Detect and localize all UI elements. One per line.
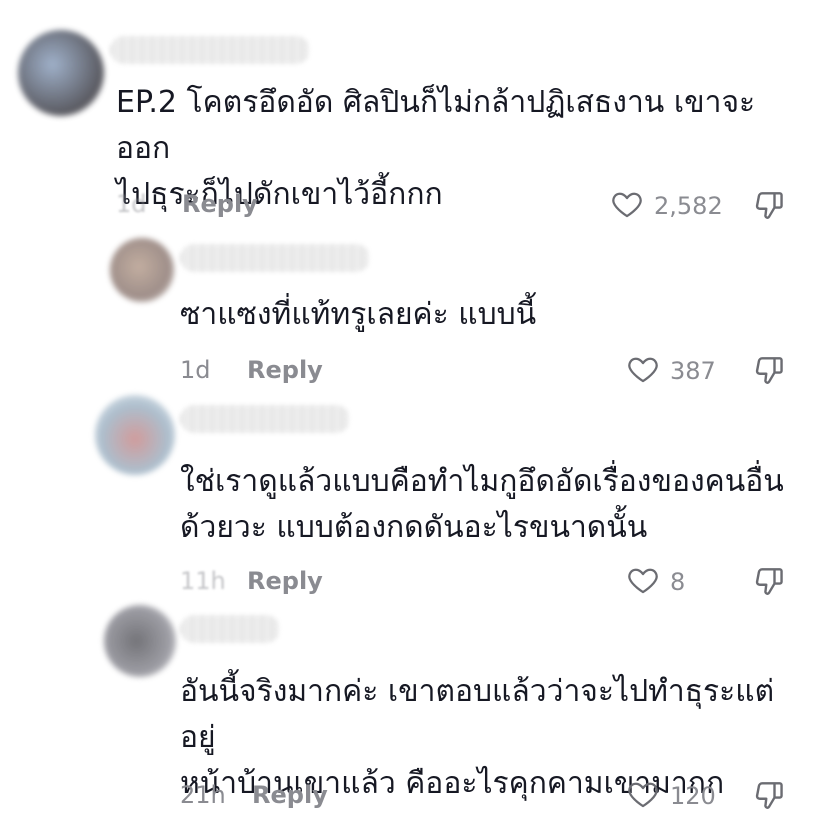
dislike-button[interactable] <box>752 187 788 223</box>
thumbs-down-outline-icon <box>755 192 783 219</box>
username-blurred[interactable] <box>180 244 370 272</box>
username-blurred[interactable] <box>180 615 280 643</box>
heart-outline-icon <box>610 187 644 225</box>
reply-button[interactable]: Reply <box>182 190 258 218</box>
comment-time: 11h <box>180 567 226 595</box>
comment-time: 1d <box>180 356 211 384</box>
like-count: 387 <box>670 357 716 385</box>
comment-2: ซาแซงที่แท้ทรูเลยค่ะ แบบนี้ 1d Reply 387 <box>0 230 820 395</box>
username-blurred[interactable] <box>110 36 310 64</box>
like-button[interactable]: 2,582 <box>610 187 723 225</box>
avatar[interactable] <box>110 238 174 302</box>
avatar[interactable] <box>95 395 175 475</box>
comment-3: ใช่เราดูแล้วแบบคือทำไมกูอึดอัดเรื่องของค… <box>0 385 820 605</box>
heart-outline-icon <box>626 777 660 815</box>
dislike-button[interactable] <box>752 777 788 813</box>
comment-text: ใช่เราดูแล้วแบบคือทำไมกูอึดอัดเรื่องของค… <box>180 464 784 545</box>
avatar[interactable] <box>104 605 176 677</box>
dislike-button[interactable] <box>752 352 788 388</box>
reply-button[interactable]: Reply <box>247 356 323 384</box>
reply-button[interactable]: Reply <box>247 567 323 595</box>
avatar[interactable] <box>18 30 104 116</box>
like-count: 8 <box>670 568 686 596</box>
thumbs-down-outline-icon <box>755 568 783 595</box>
thumbs-down-outline-icon <box>755 357 783 384</box>
like-count: 120 <box>670 782 716 810</box>
comment-text: ซาแซงที่แท้ทรูเลยค่ะ แบบนี้ <box>180 297 537 332</box>
like-button[interactable]: 120 <box>626 777 716 815</box>
comment-time: 1d <box>116 190 147 218</box>
comment-1: EP.2 โคตรอึดอัด ศิลปินก็ไม่กล้าปฏิเสธงาน… <box>0 0 820 240</box>
comment-time: 21h <box>180 781 226 809</box>
thumbs-down-outline-icon <box>755 782 783 809</box>
username-blurred[interactable] <box>180 405 350 433</box>
reply-button[interactable]: Reply <box>252 781 328 809</box>
like-count: 2,582 <box>654 192 723 220</box>
comment-4: อันนี้จริงมากค่ะ เขาตอบแล้วว่าจะไปทำธุระ… <box>0 595 820 823</box>
dislike-button[interactable] <box>752 563 788 599</box>
